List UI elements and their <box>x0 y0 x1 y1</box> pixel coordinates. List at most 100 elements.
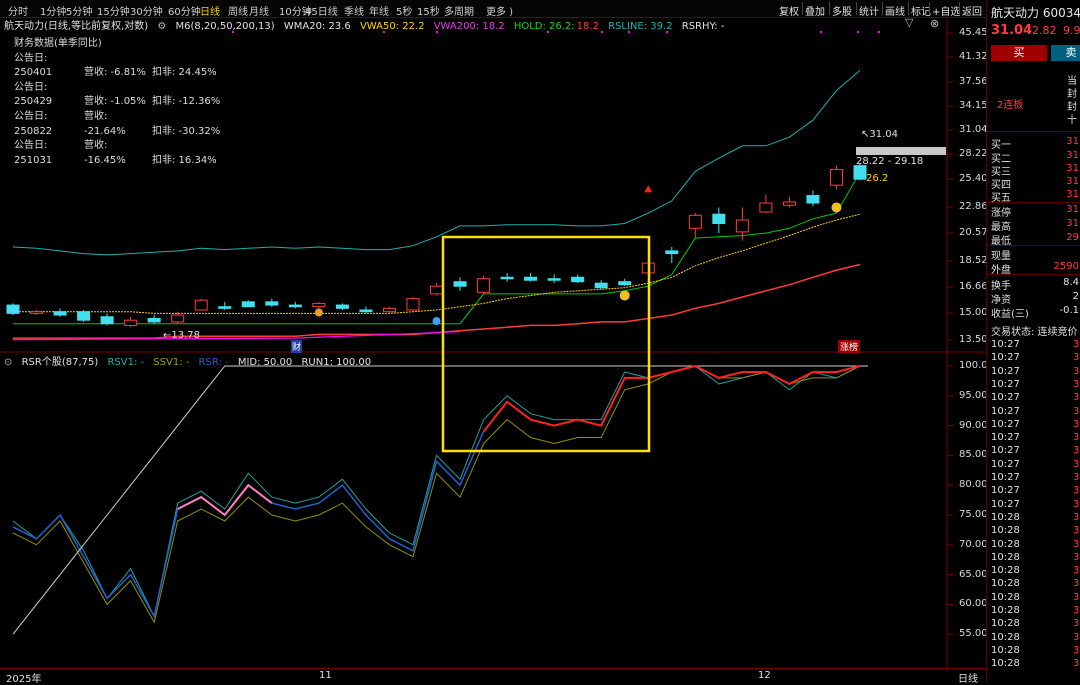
tick-value: 3 <box>1073 392 1080 404</box>
price-axis-tick: 16.66 <box>959 281 988 292</box>
tick-value: 3 <box>1073 378 1080 390</box>
tick-row: 10:28 3 <box>991 618 1079 630</box>
top-marker <box>878 31 880 33</box>
tick-time: 10:28 <box>991 618 1020 630</box>
candle-body <box>853 165 867 180</box>
candle-body <box>77 311 91 321</box>
top-marker <box>857 31 859 33</box>
rsr-axis-tick: 85.00 <box>959 449 988 461</box>
divider <box>987 274 1080 275</box>
price-axis-tick: 41.32 <box>959 51 988 62</box>
board-tag: 2连板 <box>997 100 1024 111</box>
tick-time: 10:27 <box>991 405 1020 417</box>
quote-value: 31 <box>1066 189 1079 200</box>
tick-row: 10:28 3 <box>991 511 1079 523</box>
quote-label: 涨停 <box>991 208 1011 219</box>
rsr-highlight-pink <box>177 483 273 517</box>
tick-row: 10:27 3 <box>991 499 1079 510</box>
tick-value: 3 <box>1073 472 1080 483</box>
tick-value: 3 <box>1073 405 1080 417</box>
price-axis-tick: 15.00 <box>959 307 988 318</box>
tick-time: 10:27 <box>991 485 1020 497</box>
candle-body <box>571 276 585 283</box>
rsr-axis-tick: 75.00 <box>959 509 988 520</box>
tick-value: 3 <box>1073 432 1080 444</box>
quote-value: 2590 <box>1053 261 1079 272</box>
candle-body <box>218 306 232 309</box>
hold-tag-label: 26.2 <box>866 173 889 184</box>
price-axis-tick: 31.04 <box>959 124 988 135</box>
tick-time: 10:28 <box>991 605 1020 616</box>
rsr-axis-tick: 95.00 <box>959 389 988 401</box>
series-line-vwa200 <box>13 263 861 339</box>
side-note: 十 <box>1067 115 1077 126</box>
buy-button[interactable]: 买 <box>991 45 1047 61</box>
rsr-highlight-red <box>482 364 861 433</box>
tick-time: 10:28 <box>991 658 1020 670</box>
top-marker <box>601 31 603 33</box>
candle-body <box>547 278 561 281</box>
top-marker <box>232 31 234 33</box>
quote-value: 8.4 <box>1063 277 1079 288</box>
price-axis-tick: 18.52 <box>959 255 988 266</box>
quote-label: 收益(三) <box>991 309 1029 320</box>
candle-body <box>829 168 843 186</box>
candle-body <box>430 285 443 295</box>
limit-up-triangle <box>644 185 653 193</box>
tick-value: 3 <box>1073 644 1080 656</box>
tick-row: 10:27 3 <box>991 352 1079 363</box>
tick-row: 10:28 3 <box>991 552 1079 563</box>
price-axis-tick: 37.56 <box>959 76 988 87</box>
tick-time: 10:28 <box>991 525 1020 537</box>
candle-body <box>594 282 608 289</box>
candle-body <box>712 213 726 224</box>
price-range-label: 28.22 - 29.18 <box>856 156 924 167</box>
rsr-rsv1: RSV1: - <box>107 357 145 368</box>
top-marker <box>666 31 668 33</box>
candle-body <box>147 317 161 323</box>
candle-body <box>335 304 349 309</box>
event-dot <box>831 202 842 213</box>
rsr-legend: ⊙ RSR个股(87,75) RSV1: - SSV1: - RSR: - MI… <box>4 353 377 368</box>
quote-value: 31 <box>1066 204 1079 215</box>
series-line-rsline <box>12 70 861 256</box>
tick-value: 3 <box>1073 631 1080 643</box>
price-axis-tick: 45.45 <box>959 27 988 38</box>
tick-row: 10:27 3 <box>991 445 1079 456</box>
tick-time: 10:27 <box>991 365 1020 377</box>
high-price-label: ↖31.04 <box>861 129 898 140</box>
candle-body <box>124 319 138 326</box>
tick-value: 3 <box>1073 365 1080 377</box>
tick-row: 10:28 3 <box>991 592 1079 603</box>
top-marker <box>383 31 385 33</box>
candle-body <box>406 298 420 311</box>
rsr-axis-tick: 60.00 <box>959 598 988 610</box>
tick-value: 3 <box>1073 485 1080 497</box>
low-price-label: ←13.78 <box>163 330 201 341</box>
current-price: 31.04 <box>991 23 1033 38</box>
tick-row: 10:27 3 <box>991 419 1079 430</box>
tick-value: 3 <box>1073 658 1080 670</box>
candle-body <box>265 301 279 306</box>
tick-value: 3 <box>1073 591 1080 603</box>
candle-body <box>524 276 538 281</box>
tick-value: 3 <box>1073 458 1080 470</box>
candle-body <box>6 304 20 314</box>
highlight-box <box>441 235 651 453</box>
date-axis: 2025年 11 12 <box>0 668 986 685</box>
candle-body <box>100 316 114 325</box>
tick-time: 10:28 <box>991 511 1020 523</box>
zt-badge[interactable]: 涨榜 <box>838 340 861 353</box>
rsr-expand-icon[interactable]: ⊙ <box>4 357 12 368</box>
price-axis-tick: 34.15 <box>959 100 988 111</box>
quote-panel: 航天动力 600343 31.04 2.82 9.99 买 卖 2连板 当封封十… <box>986 0 1080 682</box>
trade-status: 交易状态: 连续竞价 <box>991 327 1078 338</box>
x-label-nov: 11 <box>319 670 332 681</box>
candle-body <box>688 214 702 229</box>
sell-button[interactable]: 卖 <box>1051 45 1080 61</box>
quote-value: 29 <box>1066 232 1079 243</box>
tick-row: 10:28 3 <box>991 578 1079 589</box>
tick-value: 3 <box>1073 352 1080 364</box>
tick-value: 3 <box>1073 538 1080 550</box>
cai-badge[interactable]: 财 <box>291 340 303 353</box>
